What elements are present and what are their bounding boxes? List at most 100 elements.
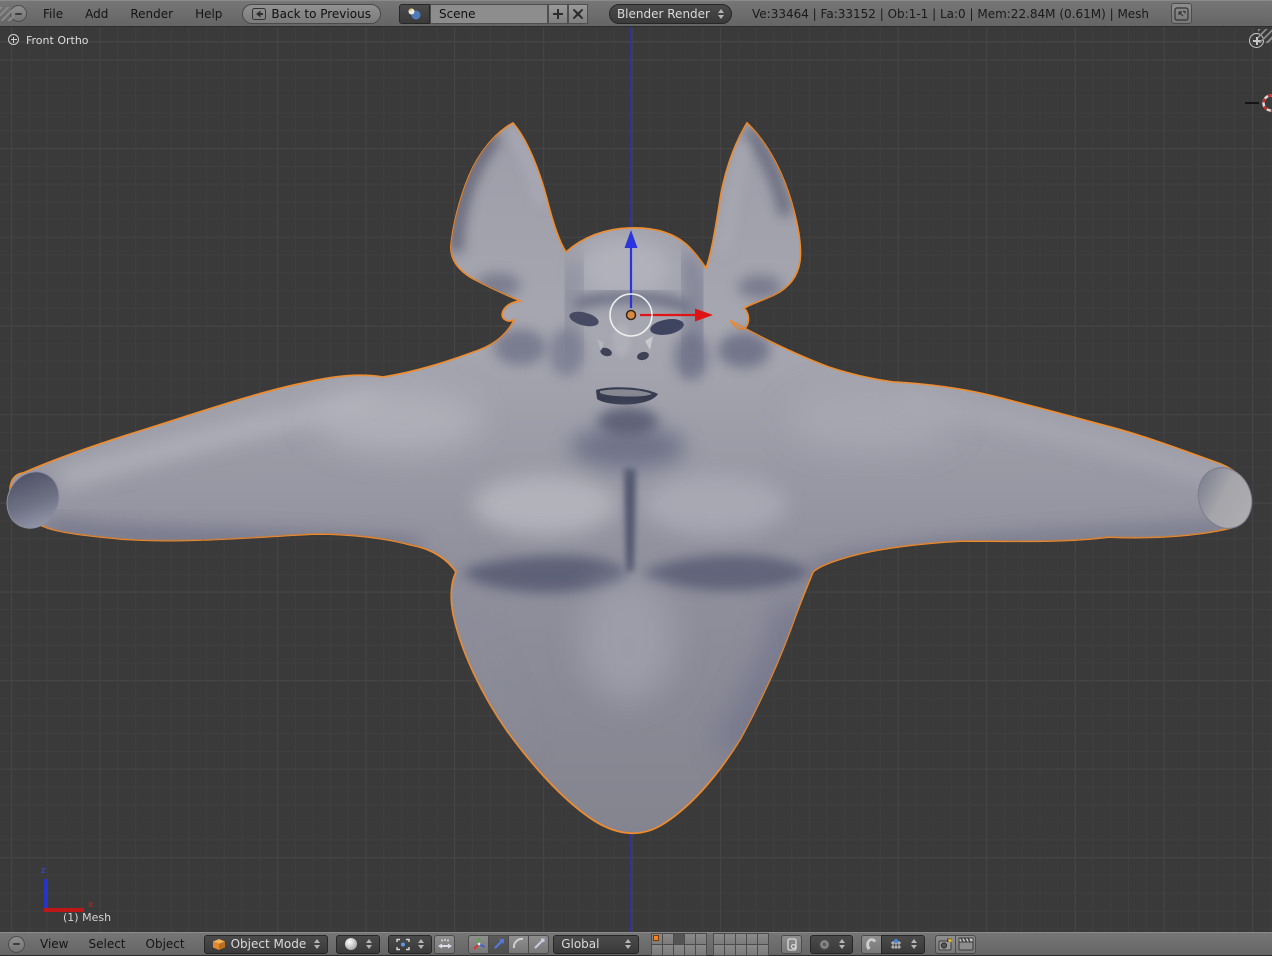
layer-toggle-13[interactable] [674, 944, 685, 955]
manipulator-toggle[interactable] [468, 934, 490, 954]
layer-toggle-20[interactable] [758, 944, 769, 955]
editor-type-icon[interactable] [8, 935, 25, 953]
chevron-updown-icon [366, 939, 373, 949]
opengl-render-anim-button[interactable] [955, 934, 977, 954]
menu-add[interactable]: Add [75, 7, 118, 21]
chevron-updown-icon [314, 939, 321, 949]
object-origin-dot [625, 309, 637, 321]
rotate-arc-icon [512, 937, 523, 949]
chevron-updown-icon [839, 939, 846, 949]
gizmo-x-axis [44, 908, 84, 912]
mode-select[interactable]: Object Mode [203, 934, 329, 954]
close-icon [572, 8, 584, 19]
scene-name-field[interactable]: Scene [429, 3, 548, 24]
render-engine-value: Blender Render [616, 6, 710, 21]
area-corner-grip[interactable] [0, 7, 14, 21]
magnet-icon [866, 938, 878, 950]
chevron-updown-icon [717, 8, 724, 19]
layer-toggle-1[interactable] [652, 933, 663, 944]
back-to-previous-button[interactable]: Back to Previous [242, 3, 381, 24]
pivot-point-select[interactable] [388, 934, 433, 954]
layer-toggle-10[interactable] [758, 933, 769, 944]
orientation-value: Global [561, 937, 600, 951]
layer-toggle-15[interactable] [696, 944, 707, 955]
viewport-shading-select[interactable] [336, 934, 381, 954]
scene-canvas[interactable] [0, 27, 1272, 932]
scene-name-value: Scene [438, 6, 476, 21]
gizmo-x-label: x [88, 900, 94, 910]
render-engine-select[interactable]: Blender Render [608, 3, 732, 24]
cursor-3d [1245, 94, 1272, 112]
orientation-gizmo: z x [28, 866, 100, 924]
manipulate-centers-toggle[interactable] [434, 934, 456, 954]
menu-render[interactable]: Render [120, 7, 183, 21]
menu-file[interactable]: File [33, 7, 73, 21]
translate-manipulator-toggle[interactable] [488, 934, 510, 954]
snap-element-icon [891, 938, 902, 949]
view-manipulator-icon [8, 34, 19, 45]
back-arrow-icon [252, 7, 267, 20]
area-corner-grip[interactable] [1258, 29, 1272, 43]
layer-toggle-19[interactable] [747, 944, 758, 955]
snap-toggle[interactable] [861, 934, 883, 954]
axis-tripod-icon [472, 938, 485, 950]
chevron-updown-icon [625, 939, 632, 949]
scene-statistics: Ve:33464 | Fa:33152 | Ob:1-1 | La:0 | Me… [751, 6, 1150, 21]
snap-element-select[interactable] [881, 934, 926, 954]
view-name-label: Front Ortho [26, 34, 89, 47]
proportional-circle-icon [818, 938, 831, 950]
layer-toggle-12[interactable] [663, 944, 674, 955]
transform-orientation-select[interactable]: Global [553, 934, 640, 954]
scene-browse-button[interactable] [398, 3, 430, 24]
menu-select[interactable]: Select [79, 937, 134, 951]
shading-sphere-icon [345, 938, 358, 950]
camera-icon [938, 938, 953, 951]
mode-value: Object Mode [230, 937, 307, 951]
add-scene-button[interactable] [547, 3, 568, 24]
unlink-scene-button[interactable] [567, 3, 588, 24]
clapperboard-icon [958, 937, 974, 951]
layer-toggle-6[interactable] [714, 933, 725, 944]
menu-object[interactable]: Object [137, 937, 194, 951]
layer-toggle-14[interactable] [685, 944, 696, 955]
gizmo-z-axis [44, 879, 48, 908]
opengl-render-button[interactable] [935, 934, 957, 954]
layer-toggle-2[interactable] [663, 933, 674, 944]
info-header: File Add Render Help Back to Previous Sc… [0, 0, 1272, 27]
layer-toggle-4[interactable] [685, 933, 696, 944]
screen-layout-icon [1174, 6, 1189, 21]
scene-datablock-icon [408, 8, 421, 19]
translate-arrow-icon [493, 939, 504, 949]
back-to-previous-label: Back to Previous [271, 6, 371, 21]
layer-toggle-7[interactable] [725, 933, 736, 944]
layer-toggle-18[interactable] [736, 944, 747, 955]
plus-icon [552, 8, 563, 19]
lock-to-scene-toggle[interactable] [781, 934, 803, 954]
layer-toggle-16[interactable] [714, 944, 725, 955]
cube-icon [212, 938, 225, 950]
layers-group-2[interactable] [713, 932, 770, 956]
viewport-header: View Select Object Object Mode Global [0, 932, 1272, 956]
center-points-icon [437, 938, 452, 948]
gizmo-z-label: z [41, 866, 46, 876]
chevron-updown-icon [418, 939, 425, 949]
lock-icon [787, 937, 797, 951]
viewport-3d[interactable]: Front Ortho (1) Mesh z x [0, 27, 1272, 932]
pivot-point-icon [396, 938, 410, 950]
menu-help[interactable]: Help [185, 7, 232, 21]
chevron-updown-icon [911, 939, 918, 949]
proportional-edit-select[interactable] [810, 934, 854, 954]
layer-toggle-17[interactable] [725, 944, 736, 955]
layer-toggle-3[interactable] [674, 933, 685, 944]
layers-group-1[interactable] [651, 932, 708, 956]
layer-toggle-8[interactable] [736, 933, 747, 944]
layer-toggle-5[interactable] [696, 933, 707, 944]
blender-window: File Add Render Help Back to Previous Sc… [0, 0, 1272, 956]
layer-toggle-11[interactable] [652, 944, 663, 955]
scale-manipulator-toggle[interactable] [528, 934, 550, 954]
scale-icon [533, 938, 545, 949]
layer-toggle-9[interactable] [747, 933, 758, 944]
menu-view[interactable]: View [31, 937, 77, 951]
screen-layout-button[interactable] [1171, 3, 1193, 24]
rotate-manipulator-toggle[interactable] [508, 934, 530, 954]
